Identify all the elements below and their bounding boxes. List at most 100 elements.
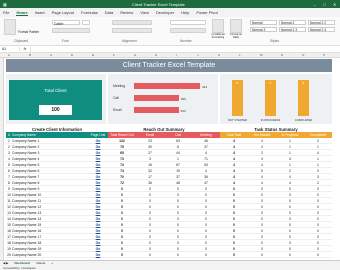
column-header[interactable]: B [29,53,31,57]
reach-value: 0 [121,246,123,251]
tab-review[interactable]: Review [120,10,133,15]
column-header[interactable]: E [92,53,94,57]
style-chip[interactable]: Normal 2 3 [279,27,306,32]
reach-value: 65 [120,150,124,155]
tab-developer[interactable]: Developer [156,10,174,15]
tab-insert[interactable]: Insert [35,10,45,15]
reach-value: 0 [177,252,179,257]
task-value: 0 [289,246,291,251]
total-client-value: 100 [39,105,72,115]
task-value: 0 [261,240,263,245]
page-link[interactable]: Go [88,169,108,173]
tab-data[interactable]: Data [105,10,113,15]
maximize-icon[interactable]: □ [323,2,325,7]
format-painter-label[interactable]: Format Painter [18,30,39,34]
title-bar: ▦ Client Tracker Excel Template – □ ✕ [0,0,340,8]
page-link[interactable]: Go [88,193,108,197]
page-link[interactable]: Go [88,145,108,149]
reach-value: 32 [148,168,152,173]
fx-icon[interactable]: fx [20,47,30,51]
column-header[interactable]: F [113,53,115,57]
font-format-buttons[interactable] [52,28,90,33]
column-header[interactable]: G [134,53,136,57]
task-value: 0 [317,234,319,239]
column-header[interactable]: C [50,53,52,57]
company-name: Company Name 13 [12,210,42,215]
name-box[interactable]: A1 [0,47,20,51]
reach-bar-value: 434 [202,84,208,89]
task-value: 0 [261,204,263,209]
status-bar: Accessibility: Investigate [0,265,340,270]
task-value: 4 [233,174,235,179]
alignment-buttons[interactable] [112,20,152,25]
page-link[interactable]: Go [88,235,108,239]
style-chip[interactable]: Normal 2 4 [308,27,335,32]
reach-value: 0 [177,246,179,251]
font-size-box[interactable] [82,20,90,25]
minimize-icon[interactable]: – [314,2,316,7]
column-header[interactable]: J [197,53,199,57]
page-link[interactable]: Go [88,253,108,257]
ribbon: Format Painter Calibri Conditional Forma… [0,17,340,46]
column-header[interactable]: L [239,53,241,57]
tab-formulas[interactable]: Formulas [81,10,98,15]
tab-view[interactable]: View [140,10,149,15]
close-icon[interactable]: ✕ [333,2,336,7]
tab-page-layout[interactable]: Page Layout [52,10,74,15]
page-link[interactable]: Go [88,205,108,209]
tab-help[interactable]: Help [181,10,189,15]
task-value: 1 [317,162,319,167]
tab-file[interactable]: File [3,10,9,15]
task-value: 3 [317,174,319,179]
style-chip[interactable]: Normal 2 [279,20,306,25]
style-chip[interactable]: Normal [250,20,277,25]
task-value: 4 [261,156,263,161]
page-link[interactable]: Go [88,151,108,155]
column-header[interactable]: M [260,53,263,57]
number-format-box[interactable] [170,20,206,25]
column-header[interactable]: D [71,53,73,57]
task-value: 2 [317,138,319,143]
column-header[interactable]: P [323,53,325,57]
tab-home[interactable]: Home [16,10,28,16]
format-as-table-button[interactable] [230,19,242,33]
reach-value: 0 [121,204,123,209]
task-value: 4 [233,138,235,143]
page-link[interactable]: Go [88,187,108,191]
task-value: 0 [233,186,235,191]
page-link[interactable]: Go [88,175,108,179]
column-header[interactable]: K [218,53,220,57]
page-link[interactable]: Go [88,139,108,143]
page-link[interactable]: Go [88,241,108,245]
page-link[interactable]: Go [88,217,108,221]
page-link[interactable]: Go [88,229,108,233]
tab-power-pivot[interactable]: Power Pivot [196,10,217,15]
reach-value: 37 [204,144,208,149]
page-link[interactable]: Go [88,223,108,227]
page-link[interactable]: Go [88,199,108,203]
page-link[interactable]: Go [88,157,108,161]
task-value: 1 [289,144,291,149]
company-name: Company Name 12 [12,204,42,209]
formula-input[interactable] [30,46,340,52]
paste-button[interactable] [4,19,16,35]
page-link[interactable]: Go [88,211,108,215]
column-header[interactable]: I [176,53,177,57]
style-chip[interactable]: Normal 2 2 [308,20,335,25]
page-link[interactable]: Go [88,181,108,185]
status-text[interactable]: Accessibility: Investigate [3,266,36,270]
page-link[interactable]: Go [88,247,108,251]
page-link[interactable]: Go [88,163,108,167]
column-header[interactable]: H [155,53,157,57]
column-header[interactable]: N [281,53,283,57]
number-buttons[interactable] [170,28,206,33]
indent-buttons[interactable] [112,28,152,33]
column-header[interactable]: A [8,53,10,57]
style-chip[interactable]: Normal 3 [250,27,277,32]
column-header[interactable]: O [302,53,304,57]
task-value: 3 [289,156,291,161]
task-value: 0 [233,204,235,209]
conditional-formatting-button[interactable] [212,19,224,33]
font-name-box[interactable]: Calibri [52,20,80,26]
reach-value: 0 [121,228,123,233]
